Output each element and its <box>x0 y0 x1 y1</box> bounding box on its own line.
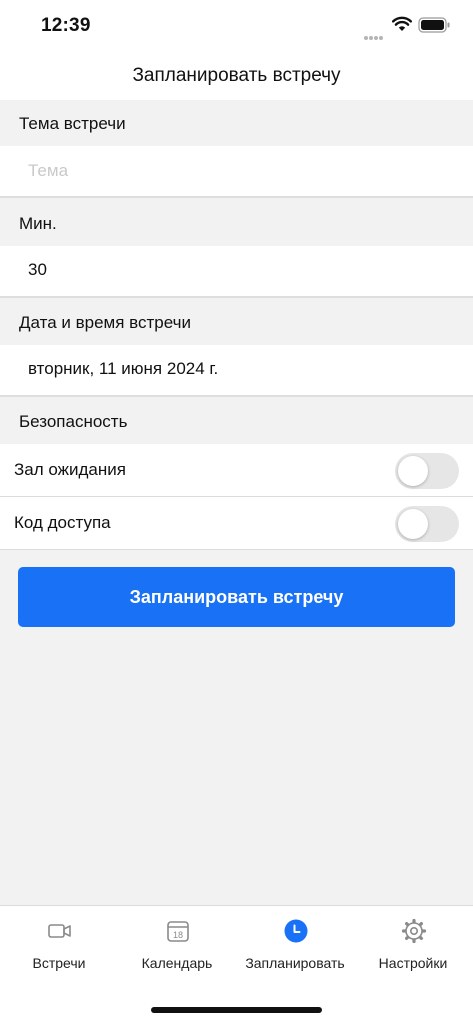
cellular-signal-icon <box>364 27 384 45</box>
datetime-section-header: Дата и время встречи <box>0 299 473 345</box>
passcode-toggle[interactable] <box>395 506 459 542</box>
tab-label: Встречи <box>32 955 86 971</box>
status-time: 12:39 <box>41 15 91 36</box>
nav-header: Запланировать встречу <box>0 52 473 100</box>
clock-icon <box>284 919 308 943</box>
toggle-knob <box>398 456 428 486</box>
page-title: Запланировать встречу <box>132 65 341 86</box>
tab-schedule[interactable]: Запланировать <box>236 906 354 986</box>
tab-label: Настройки <box>378 955 448 971</box>
wifi-icon <box>392 16 412 31</box>
security-section-header: Безопасность <box>0 398 473 444</box>
tab-settings[interactable]: Настройки <box>354 906 472 986</box>
datetime-field-row[interactable]: вторник, 11 июня 2024 г. <box>0 345 473 397</box>
topic-section-header: Тема встречи <box>0 100 473 146</box>
toggle-knob <box>398 509 428 539</box>
duration-value[interactable]: 30 <box>28 260 47 280</box>
topic-input[interactable] <box>28 158 448 184</box>
datetime-value[interactable]: вторник, 11 июня 2024 г. <box>28 359 218 379</box>
topic-field-row <box>0 146 473 198</box>
status-bar: 12:39 <box>0 0 473 52</box>
passcode-row: Код доступа <box>0 497 473 549</box>
tab-calendar[interactable]: 18 Календарь <box>118 906 236 986</box>
divider <box>0 549 473 550</box>
waiting-room-label: Зал ожидания <box>14 460 126 479</box>
schedule-meeting-button[interactable]: Запланировать встречу <box>18 567 455 627</box>
tab-label: Календарь <box>141 955 213 971</box>
tab-meetings[interactable]: Встречи <box>0 906 118 986</box>
gear-icon <box>401 918 427 944</box>
calendar-icon: 18 <box>167 921 189 942</box>
duration-section-header: Мин. <box>0 200 473 246</box>
tab-label: Запланировать <box>245 955 345 971</box>
home-indicator <box>151 1007 322 1013</box>
svg-text:18: 18 <box>173 930 183 940</box>
battery-icon <box>418 17 450 33</box>
waiting-room-toggle[interactable] <box>395 453 459 489</box>
duration-field-row[interactable]: 30 <box>0 246 473 298</box>
video-camera-icon <box>48 924 71 938</box>
passcode-label: Код доступа <box>14 513 111 532</box>
waiting-room-row: Зал ожидания <box>0 444 473 496</box>
